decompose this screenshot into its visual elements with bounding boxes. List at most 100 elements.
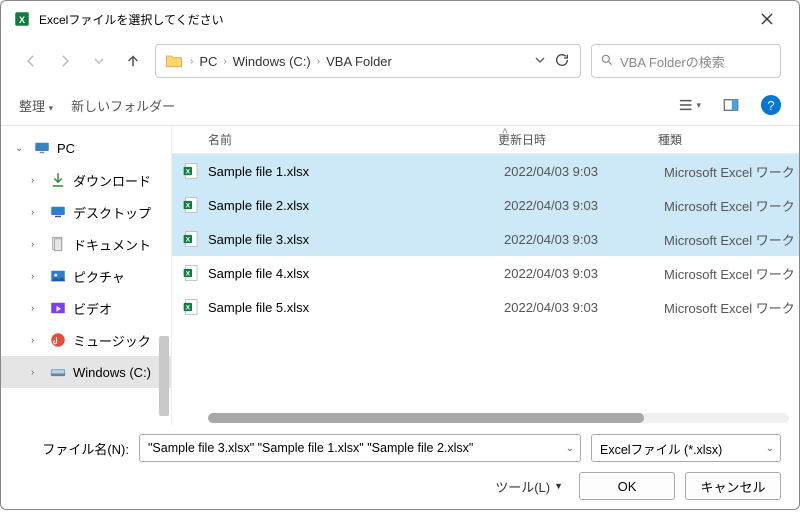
filename-input[interactable]: "Sample file 3.xlsx" "Sample file 1.xlsx… [139, 434, 581, 462]
column-type[interactable]: 種類 [658, 131, 799, 148]
refresh-button[interactable] [552, 52, 572, 71]
file-name: Sample file 1.xlsx [208, 164, 504, 179]
file-pane: 名前 ˄ 更新日時 種類 X Sample file 1.xlsx 2022/0… [171, 126, 799, 426]
toolbar: 整理 ▾ 新しいフォルダー ▾ ? [1, 85, 799, 125]
svg-text:X: X [186, 203, 191, 210]
pictures-icon [49, 267, 67, 285]
nav-row: › PC › Windows (C:) › VBA Folder VBA Fol… [1, 37, 799, 85]
breadcrumb-drive[interactable]: Windows (C:) [233, 54, 311, 69]
tree-item-drive-c[interactable]: › Windows (C:) [1, 356, 171, 388]
tree-item-documents[interactable]: › ドキュメント [1, 228, 171, 260]
column-headers[interactable]: 名前 ˄ 更新日時 種類 [172, 126, 799, 154]
svg-text:X: X [186, 305, 191, 312]
collapse-icon[interactable]: ⌄ [15, 143, 27, 154]
ok-button[interactable]: OK [579, 472, 675, 500]
new-folder-button[interactable]: 新しいフォルダー [71, 96, 175, 115]
recent-dropdown[interactable] [87, 49, 111, 73]
help-button[interactable]: ? [761, 95, 781, 115]
filename-label: ファイル名(N): [19, 439, 129, 458]
excel-file-icon: X [182, 161, 202, 181]
close-button[interactable] [747, 1, 787, 37]
cancel-button[interactable]: キャンセル [685, 472, 781, 500]
desktop-icon [49, 203, 67, 221]
search-icon [600, 53, 614, 70]
nav-tree: ⌄ PC › ダウンロード › デスクトップ › ドキュメント › ピクチャ ›… [1, 126, 171, 426]
tree-item-music[interactable]: › ミュージック [1, 324, 171, 356]
file-name: Sample file 5.xlsx [208, 300, 504, 315]
file-name: Sample file 3.xlsx [208, 232, 504, 247]
expand-icon[interactable]: › [31, 303, 43, 314]
file-date: 2022/04/03 9:03 [504, 232, 664, 247]
folder-icon [164, 51, 184, 71]
view-menu[interactable]: ▾ [677, 93, 701, 117]
expand-icon[interactable]: › [31, 271, 43, 282]
file-type: Microsoft Excel ワーク [664, 264, 799, 283]
search-box[interactable]: VBA Folderの検索 [591, 44, 781, 78]
address-bar[interactable]: › PC › Windows (C:) › VBA Folder [155, 44, 581, 78]
file-date: 2022/04/03 9:03 [504, 300, 664, 315]
chevron-down-icon[interactable]: ⌄ [766, 443, 774, 454]
file-row[interactable]: X Sample file 1.xlsx 2022/04/03 9:03 Mic… [172, 154, 799, 188]
horizontal-scrollbar[interactable] [208, 413, 789, 423]
file-date: 2022/04/03 9:03 [504, 164, 664, 179]
file-type: Microsoft Excel ワーク [664, 196, 799, 215]
file-type: Microsoft Excel ワーク [664, 162, 799, 181]
filetype-filter[interactable]: Excelファイル (*.xlsx) ⌄ [591, 434, 781, 462]
svg-text:X: X [186, 237, 191, 244]
chevron-right-icon: › [223, 56, 226, 67]
file-name: Sample file 4.xlsx [208, 266, 504, 281]
file-row[interactable]: X Sample file 5.xlsx 2022/04/03 9:03 Mic… [172, 290, 799, 324]
file-row[interactable]: X Sample file 2.xlsx 2022/04/03 9:03 Mic… [172, 188, 799, 222]
breadcrumb-pc[interactable]: PC [199, 54, 217, 69]
breadcrumb-folder[interactable]: VBA Folder [326, 54, 392, 69]
tools-menu[interactable]: ツール(L)▼ [495, 477, 563, 496]
file-row[interactable]: X Sample file 3.xlsx 2022/04/03 9:03 Mic… [172, 222, 799, 256]
up-button[interactable] [121, 49, 145, 73]
expand-icon[interactable]: › [31, 175, 43, 186]
forward-button[interactable] [53, 49, 77, 73]
excel-app-icon: X [13, 10, 31, 28]
file-date: 2022/04/03 9:03 [504, 266, 664, 281]
documents-icon [49, 235, 67, 253]
address-dropdown[interactable] [534, 54, 546, 69]
excel-file-icon: X [182, 263, 202, 283]
pc-icon [33, 139, 51, 157]
filter-value: Excelファイル (*.xlsx) [600, 439, 722, 458]
tree-item-videos[interactable]: › ビデオ [1, 292, 171, 324]
expand-icon[interactable]: › [31, 239, 43, 250]
column-name[interactable]: 名前 [208, 131, 498, 148]
back-button[interactable] [19, 49, 43, 73]
scrollbar-thumb[interactable] [208, 413, 644, 423]
chevron-right-icon: › [317, 56, 320, 67]
excel-file-icon: X [182, 195, 202, 215]
file-type: Microsoft Excel ワーク [664, 230, 799, 249]
expand-icon[interactable]: › [31, 335, 43, 346]
bottom-panel: ファイル名(N): "Sample file 3.xlsx" "Sample f… [1, 426, 799, 512]
drive-icon [49, 363, 67, 381]
expand-icon[interactable]: › [31, 207, 43, 218]
column-date[interactable]: 更新日時 [498, 131, 658, 148]
tree-item-desktop[interactable]: › デスクトップ [1, 196, 171, 228]
videos-icon [49, 299, 67, 317]
excel-file-icon: X [182, 297, 202, 317]
svg-text:X: X [186, 169, 191, 176]
svg-text:X: X [19, 15, 25, 25]
svg-text:X: X [186, 271, 191, 278]
music-icon [49, 331, 67, 349]
organize-menu[interactable]: 整理 ▾ [19, 96, 53, 115]
excel-file-icon: X [182, 229, 202, 249]
tree-item-downloads[interactable]: › ダウンロード [1, 164, 171, 196]
tree-item-pc[interactable]: ⌄ PC [1, 132, 171, 164]
tree-item-pictures[interactable]: › ピクチャ [1, 260, 171, 292]
preview-pane-button[interactable] [719, 93, 743, 117]
file-list: X Sample file 1.xlsx 2022/04/03 9:03 Mic… [172, 154, 799, 324]
chevron-right-icon: › [190, 56, 193, 67]
dialog-title: Excelファイルを選択してください [39, 11, 747, 28]
file-date: 2022/04/03 9:03 [504, 198, 664, 213]
expand-icon[interactable]: › [31, 367, 43, 378]
filename-value: "Sample file 3.xlsx" "Sample file 1.xlsx… [148, 441, 473, 455]
tree-scrollbar[interactable] [159, 336, 169, 416]
file-row[interactable]: X Sample file 4.xlsx 2022/04/03 9:03 Mic… [172, 256, 799, 290]
download-icon [49, 171, 67, 189]
chevron-down-icon[interactable]: ⌄ [566, 443, 574, 454]
